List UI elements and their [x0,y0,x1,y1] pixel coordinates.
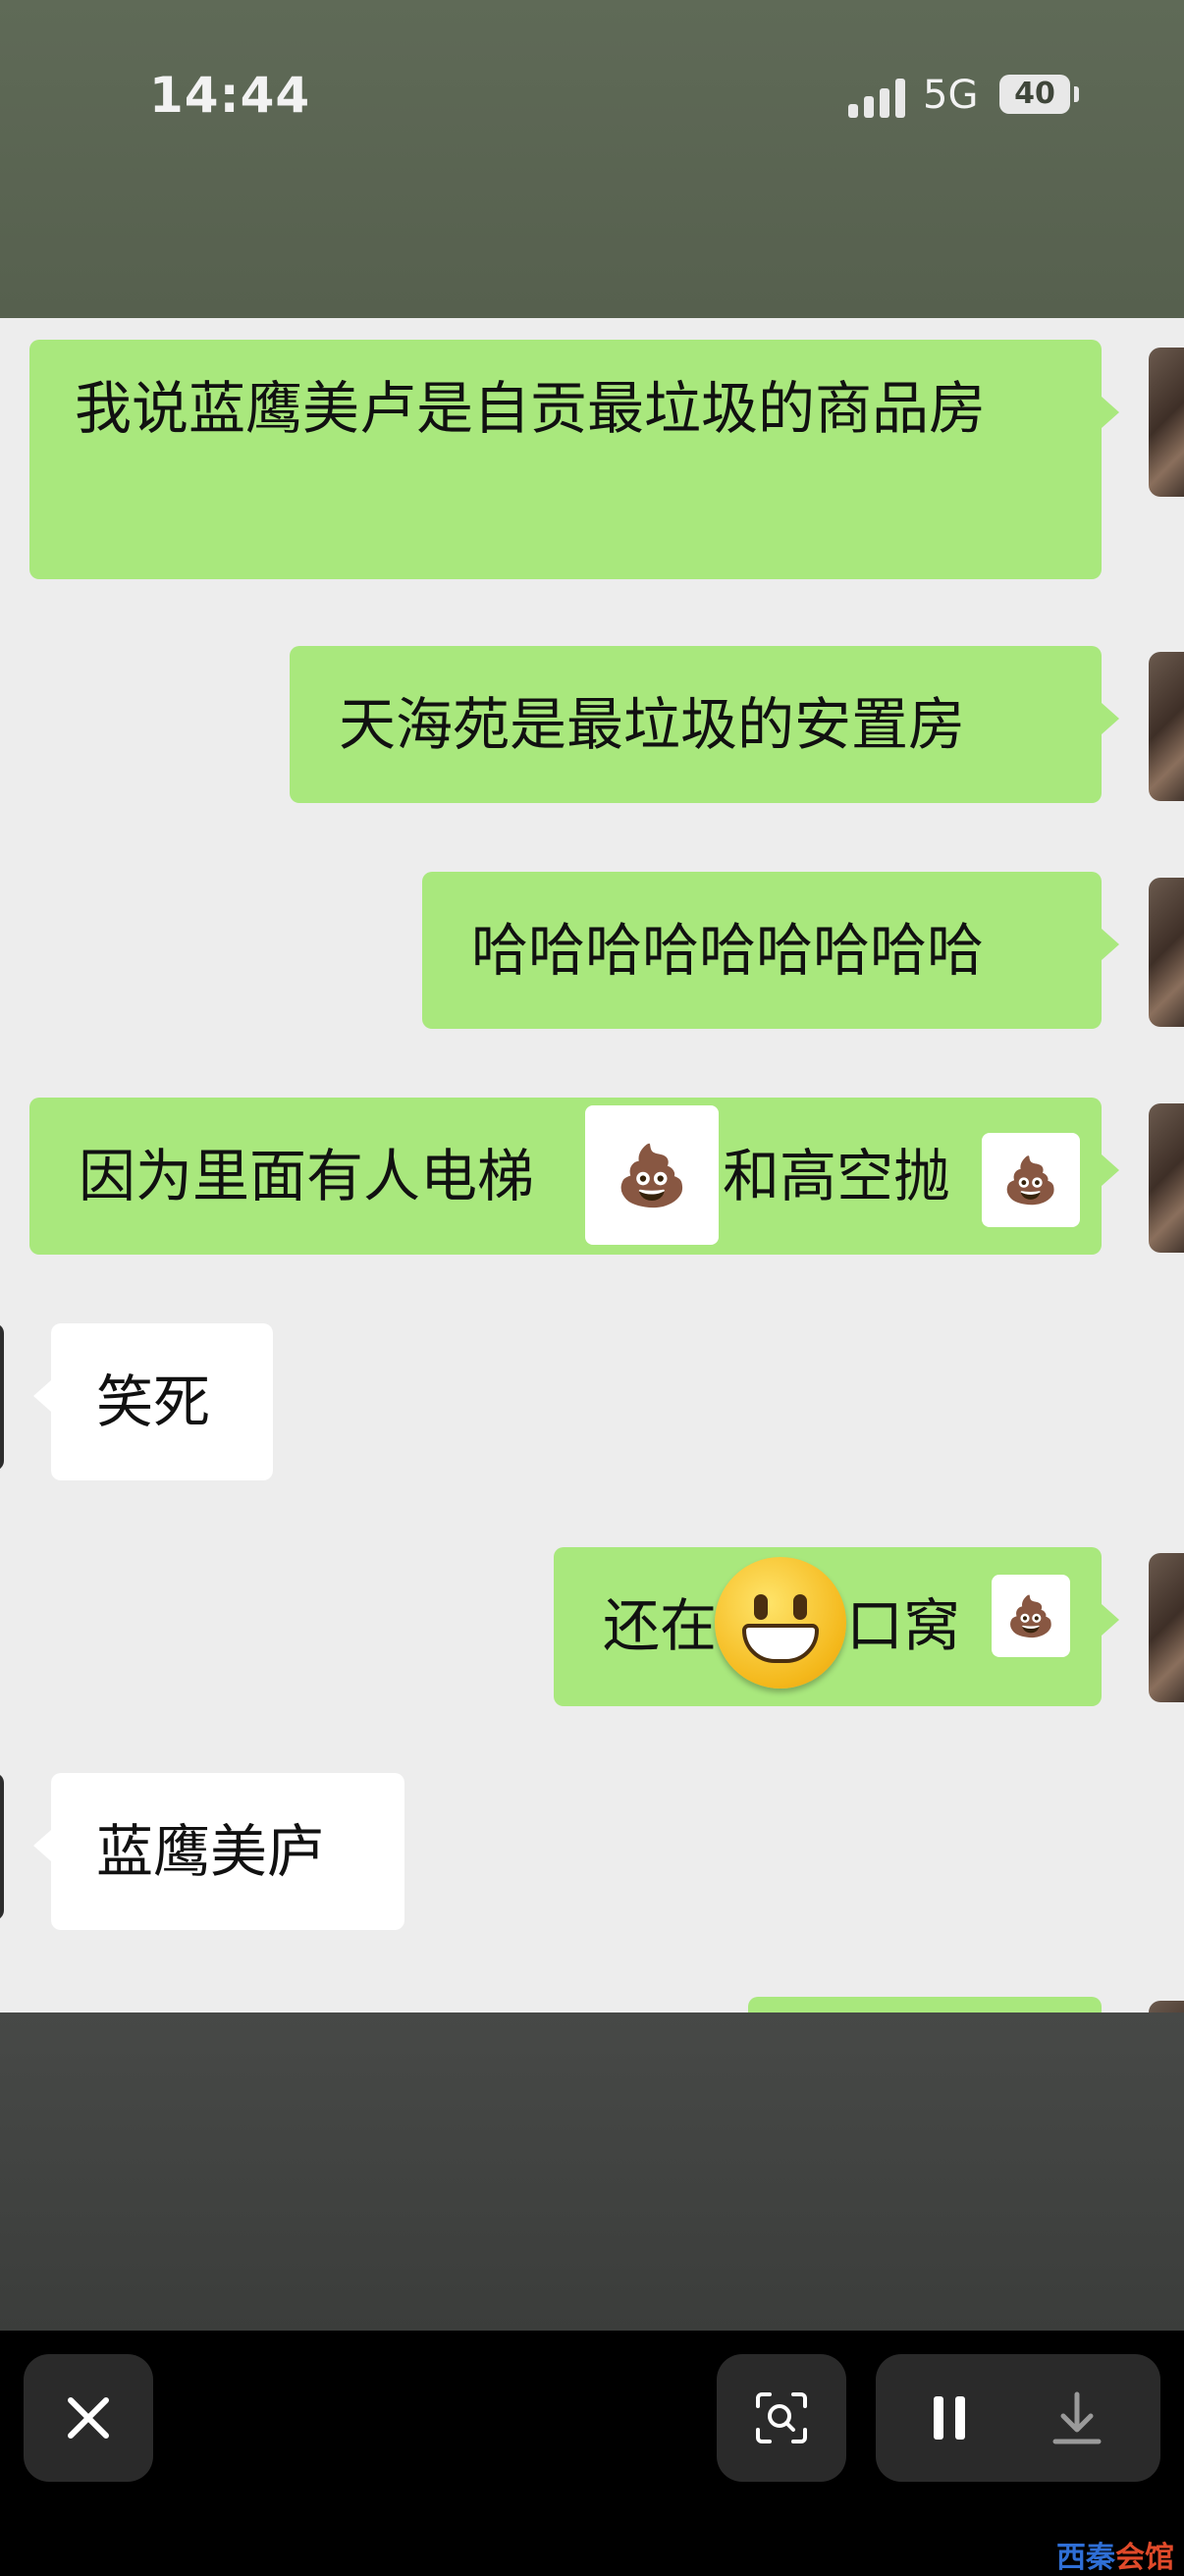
scan-button[interactable] [717,2354,846,2482]
poo-sticker: 💩 [585,1105,719,1245]
pause-icon [934,2396,965,2440]
watermark-part1: 西秦 [1056,2541,1115,2575]
media-controls [876,2354,1160,2482]
poo-emoji: 💩 [1006,1593,1055,1639]
download-icon [1052,2391,1102,2444]
network-type: 5G [923,73,979,118]
message-bubble[interactable]: 笑死 [33,1323,273,1480]
avatar[interactable] [1149,1103,1184,1253]
message-text: 因为里面有人电梯 [79,1143,535,1209]
poo-emoji: 💩 [1002,1153,1059,1207]
poo-emoji: 💩 [615,1141,689,1210]
avatar[interactable] [1149,348,1184,497]
poo-sticker: 💩 [982,1133,1080,1227]
avatar[interactable] [0,1773,4,1920]
watermark: 西秦会馆 [1056,2533,1174,2576]
chat-area: 我说蓝鹰美卢是自贡最垃圾的商品房 天海苑是最垃圾的安置房 哈哈哈哈哈哈哈哈哈 因… [0,318,1184,2012]
message-text: 天海苑是最垃圾的安置房 [339,691,966,758]
close-icon [68,2397,109,2439]
message-bubble[interactable]: 蓝鹰美庐 [33,1773,404,1930]
status-bar: 14:44 5G 40 [0,0,1184,318]
avatar[interactable] [1149,878,1184,1027]
message-bubble[interactable] [748,1997,1102,2012]
signal-icon [848,79,907,118]
pause-button[interactable] [915,2384,984,2452]
message-bubble[interactable]: 天海苑是最垃圾的安置房 [290,646,1119,803]
message-bubble[interactable]: 哈哈哈哈哈哈哈哈哈 [422,872,1119,1029]
message-text: 我说蓝鹰美卢是自贡最垃圾的商品房 [75,375,987,442]
message-text: 蓝鹰美庐 [96,1818,325,1885]
message-bubble[interactable]: 因为里面有人电梯 和高空抛 [29,1098,1119,1255]
message-text: 哈哈哈哈哈哈哈哈哈 [471,917,985,984]
download-button[interactable] [1043,2384,1111,2452]
message-text-after: 和高空抛 [723,1143,951,1209]
scan-icon [756,2392,807,2443]
battery-icon: 40 [999,75,1079,114]
grinning-face-icon [715,1557,846,1689]
message-text: 笑死 [96,1368,211,1435]
message-text: 还在 [603,1592,718,1659]
poo-sticker: 💩 [992,1575,1070,1657]
avatar[interactable] [1149,652,1184,801]
avatar[interactable] [0,1323,4,1471]
watermark-part2: 会馆 [1115,2541,1174,2575]
close-button[interactable] [24,2354,153,2482]
avatar[interactable] [1149,2001,1184,2012]
message-bubble[interactable]: 我说蓝鹰美卢是自贡最垃圾的商品房 [29,340,1119,579]
status-time: 14:44 [149,67,311,124]
avatar[interactable] [1149,1553,1184,1702]
dimmed-overlay [0,2012,1184,2331]
bottom-toolbar: 西秦会馆 [0,2331,1184,2576]
